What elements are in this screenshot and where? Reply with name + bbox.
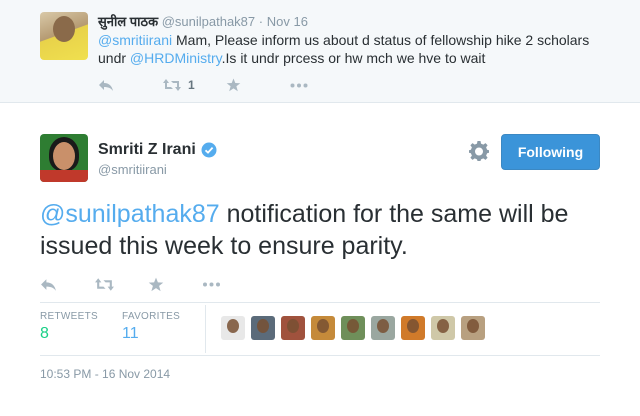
favoriter-avatar[interactable] <box>431 316 455 340</box>
favoriter-avatar[interactable] <box>371 316 395 340</box>
retweets-label: RETWEETS <box>40 311 98 322</box>
reply-icon <box>41 278 56 291</box>
divider <box>40 302 600 303</box>
more-icon <box>203 282 220 286</box>
separator-dot: · <box>258 14 264 29</box>
favoriter-avatar[interactable] <box>281 316 305 340</box>
favoriter-avatar[interactable] <box>311 316 335 340</box>
favorites-label: FAVORITES <box>122 311 181 322</box>
parent-tweet-header: सुनील पाठक @sunilpathak87 · Nov 16 <box>98 12 308 30</box>
favorites-stat[interactable]: FAVORITES 11 <box>122 311 180 343</box>
reply-button[interactable] <box>98 78 162 92</box>
retweets-stat[interactable]: RETWEETS 8 <box>40 311 98 343</box>
author-handle[interactable]: @smritiirani <box>98 162 167 177</box>
tweet-text-part: .Is it undr prcess or hw mch we hve to w… <box>221 50 486 66</box>
retweets-count: 8 <box>40 325 49 342</box>
divider <box>40 355 600 356</box>
retweet-button[interactable] <box>94 277 148 292</box>
favorite-icon <box>148 277 164 291</box>
favorite-button[interactable] <box>148 277 202 292</box>
tweet-timestamp[interactable]: 10:53 PM - 16 Nov 2014 <box>40 367 170 381</box>
tweet-time[interactable]: Nov 16 <box>267 14 308 29</box>
favorite-icon <box>226 78 241 92</box>
parent-tweet[interactable]: सुनील पाठक @sunilpathak87 · Nov 16 @smri… <box>0 0 640 103</box>
favoriter-avatar[interactable] <box>461 316 485 340</box>
favoriter-avatar[interactable] <box>221 316 245 340</box>
avatar[interactable] <box>40 12 88 60</box>
retweet-icon <box>163 79 181 91</box>
tweet-text: @sunilpathak87 notification for the same… <box>40 198 600 262</box>
favoriters-list <box>221 316 491 340</box>
favoriter-avatar[interactable] <box>251 316 275 340</box>
retweet-icon <box>95 277 114 291</box>
following-button[interactable]: Following <box>501 134 600 170</box>
author-name[interactable]: Smriti Z Irani <box>98 141 217 159</box>
favorite-button[interactable] <box>226 78 290 92</box>
favoriter-avatar[interactable] <box>401 316 425 340</box>
retweet-count: 1 <box>188 78 195 92</box>
author-name[interactable]: सुनील पाठक <box>98 14 158 29</box>
favorites-count: 11 <box>122 325 139 342</box>
verified-badge-icon <box>201 142 217 158</box>
avatar[interactable] <box>40 134 88 182</box>
more-button[interactable] <box>202 282 256 287</box>
main-tweet: Smriti Z Irani @smritiirani Following @s… <box>0 104 640 416</box>
parent-tweet-text: @smritiirani Mam, Please inform us about… <box>98 31 618 67</box>
reply-icon <box>99 80 113 91</box>
favoriter-avatar[interactable] <box>341 316 365 340</box>
retweet-button[interactable]: 1 <box>162 78 226 92</box>
mention-link[interactable]: @smritiirani <box>98 32 172 48</box>
divider <box>205 305 206 353</box>
more-icon <box>290 83 308 87</box>
mention-link[interactable]: @sunilpathak87 <box>40 200 220 228</box>
reply-button[interactable] <box>40 277 94 292</box>
author-name-text: Smriti Z Irani <box>98 141 196 158</box>
tweet-actions <box>40 272 256 296</box>
more-button[interactable] <box>290 83 354 88</box>
mention-link[interactable]: @HRDMinistry <box>130 50 222 66</box>
gear-icon[interactable] <box>469 141 489 161</box>
parent-tweet-actions: 1 <box>98 75 354 95</box>
author-handle[interactable]: @sunilpathak87 <box>162 14 255 29</box>
